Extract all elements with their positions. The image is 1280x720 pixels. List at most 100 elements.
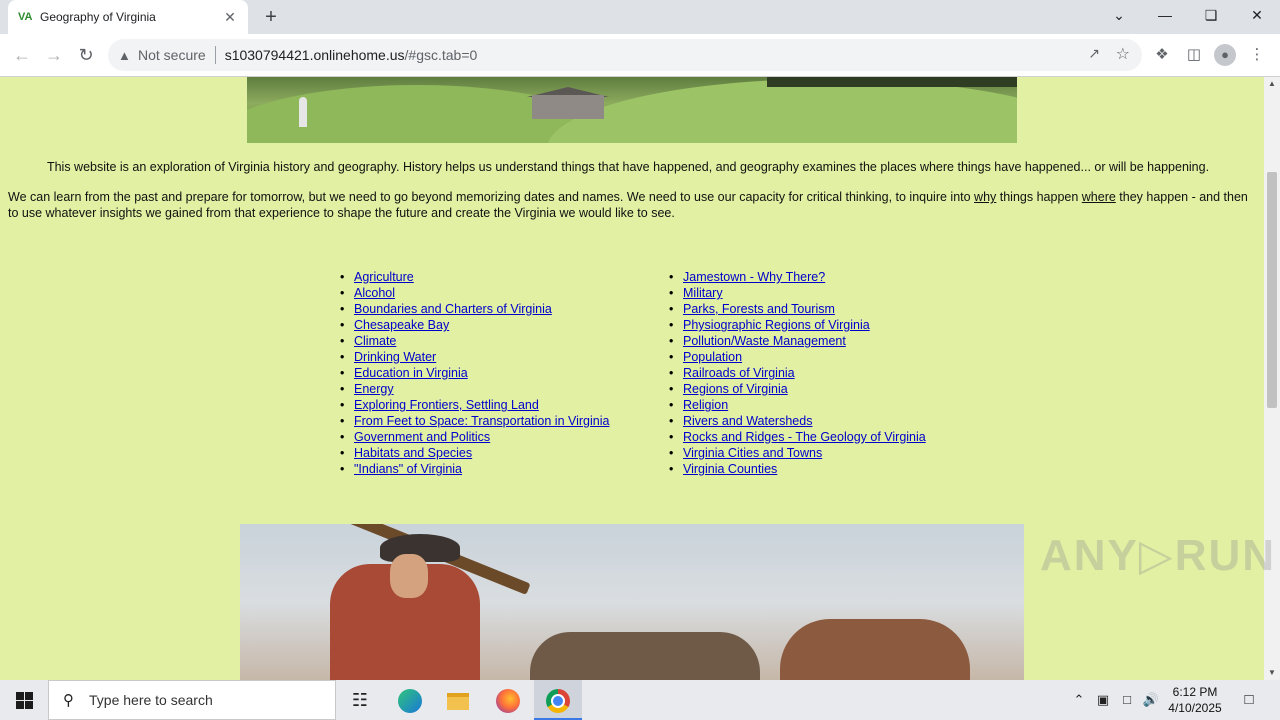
forward-icon[interactable]: → (40, 41, 68, 69)
topic-link[interactable]: Energy (354, 382, 394, 396)
scrollbar-thumb[interactable] (1267, 172, 1277, 408)
browser-tab-active[interactable]: VA Geography of Virginia ✕ (8, 0, 248, 34)
side-panel-icon[interactable]: ◫ (1181, 42, 1207, 68)
windows-logo-icon (15, 691, 33, 709)
topic-list-item: Climate (340, 333, 609, 349)
back-icon[interactable]: ← (8, 41, 36, 69)
anyrun-watermark: ANY▷RUN (1040, 531, 1277, 580)
start-button[interactable] (0, 680, 48, 720)
topic-link[interactable]: Physiographic Regions of Virginia (683, 318, 870, 332)
topic-link[interactable]: Drinking Water (354, 350, 436, 364)
url-host[interactable]: s1030794421.onlinehome.us (225, 47, 405, 63)
firefox-icon[interactable] (484, 680, 532, 720)
topic-link[interactable]: Population (683, 350, 742, 364)
topic-link[interactable]: Parks, Forests and Tourism (683, 302, 835, 316)
intro-paragraph: This website is an exploration of Virgin… (46, 160, 1210, 174)
network-icon[interactable]: □ (1116, 680, 1138, 720)
tab-close-icon[interactable]: ✕ (222, 9, 238, 26)
topic-list-item: Exploring Frontiers, Settling Land (340, 397, 609, 413)
taskbar-search[interactable]: ⚲ Type here to search (48, 680, 336, 720)
topic-link[interactable]: Government and Politics (354, 430, 490, 444)
topic-link[interactable]: Chesapeake Bay (354, 318, 449, 332)
browser-toolbar: ← → ↻ ▲ Not secure s1030794421.onlinehom… (0, 34, 1280, 77)
intro2-why: why (974, 190, 997, 204)
topic-link[interactable]: Education in Virginia (354, 366, 468, 380)
security-label[interactable]: Not secure (138, 47, 206, 63)
topic-link[interactable]: Military (683, 286, 723, 300)
page-viewport: This website is an exploration of Virgin… (0, 77, 1280, 680)
hero-silo (299, 97, 307, 127)
page-scrollbar[interactable]: ▲ ▼ (1264, 77, 1280, 680)
chevron-up-icon[interactable]: ⌃ (1068, 680, 1090, 720)
topic-link[interactable]: Alcohol (354, 286, 395, 300)
painting-crowd (530, 632, 760, 680)
topic-link[interactable]: Rivers and Watersheds (683, 414, 812, 428)
tab-title: Geography of Virginia (40, 10, 156, 24)
topic-link[interactable]: "Indians" of Virginia (354, 462, 462, 476)
topic-list-item: Chesapeake Bay (340, 317, 609, 333)
topic-list-item: From Feet to Space: Transportation in Vi… (340, 413, 609, 429)
topic-list-item: Jamestown - Why There? (669, 269, 926, 285)
address-bar[interactable]: ▲ Not secure s1030794421.onlinehome.us/#… (108, 39, 1142, 71)
topic-list-item: Agriculture (340, 269, 609, 285)
topic-list-item: Rivers and Watersheds (669, 413, 926, 429)
windows-taskbar: ⚲ Type here to search ☷ ⌃ ▣ □ 🔊 6:12 PM … (0, 680, 1280, 720)
topic-link[interactable]: From Feet to Space: Transportation in Vi… (354, 414, 609, 428)
taskbar-clock[interactable]: 6:12 PM 4/10/2025 (1164, 684, 1226, 716)
puzzle-icon[interactable]: ❖ (1149, 42, 1175, 68)
topic-link[interactable]: Exploring Frontiers, Settling Land (354, 398, 539, 412)
topic-link[interactable]: Climate (354, 334, 396, 348)
topic-list-item: Government and Politics (340, 429, 609, 445)
chrome-icon[interactable] (534, 680, 582, 720)
topic-list-item: Education in Virginia (340, 365, 609, 381)
tab-search-icon[interactable]: ⌄ (1096, 0, 1142, 30)
topic-list-item: Pollution/Waste Management (669, 333, 926, 349)
minimize-icon[interactable]: — (1142, 0, 1188, 30)
topic-links-right: Jamestown - Why There? Military Parks, For… (669, 269, 926, 477)
topic-link[interactable]: Habitats and Species (354, 446, 472, 460)
clock-date: 4/10/2025 (1168, 701, 1222, 715)
topic-link[interactable]: Rocks and Ridges - The Geology of Virgin… (683, 430, 926, 444)
warning-triangle-icon[interactable]: ▲ (118, 48, 138, 63)
close-window-icon[interactable]: ✕ (1234, 0, 1280, 30)
topic-link[interactable]: Virginia Cities and Towns (683, 446, 822, 460)
topic-list-item: Regions of Virginia (669, 381, 926, 397)
notification-icon[interactable]: □ (1234, 680, 1264, 720)
kebab-menu-icon[interactable]: ⋮ (1244, 42, 1270, 68)
topic-link[interactable]: Religion (683, 398, 728, 412)
painting-face (390, 554, 428, 598)
topic-link[interactable]: Agriculture (354, 270, 414, 284)
new-tab-button[interactable]: + (258, 4, 284, 30)
hero-barn (532, 95, 604, 119)
topic-list-item: Physiographic Regions of Virginia (669, 317, 926, 333)
url-path[interactable]: /#gsc.tab=0 (405, 47, 478, 63)
tray-app-icon[interactable]: ▣ (1092, 680, 1114, 720)
edge-icon[interactable] (386, 680, 434, 720)
topic-link[interactable]: Boundaries and Charters of Virginia (354, 302, 552, 316)
topic-link[interactable]: Jamestown - Why There? (683, 270, 825, 284)
file-explorer-icon[interactable] (434, 680, 482, 720)
topic-list-item: Parks, Forests and Tourism (669, 301, 926, 317)
volume-icon[interactable]: 🔊 (1140, 680, 1162, 720)
topic-list-item: Religion (669, 397, 926, 413)
profile-icon[interactable]: ● (1212, 42, 1238, 68)
topic-list-item: Energy (340, 381, 609, 397)
topic-list-item: Drinking Water (340, 349, 609, 365)
hero-trees (767, 77, 1017, 87)
topic-link[interactable]: Regions of Virginia (683, 382, 788, 396)
scroll-up-icon[interactable]: ▲ (1264, 77, 1280, 91)
star-icon[interactable]: ☆ (1116, 44, 1130, 64)
topic-list-item: Habitats and Species (340, 445, 609, 461)
tab-favicon: VA (18, 11, 33, 23)
share-icon[interactable]: ↗ (1088, 45, 1100, 62)
topic-link[interactable]: Railroads of Virginia (683, 366, 795, 380)
scroll-down-icon[interactable]: ▼ (1264, 666, 1280, 680)
reload-icon[interactable]: ↻ (72, 41, 100, 69)
topic-list-item: Virginia Cities and Towns (669, 445, 926, 461)
task-view-icon[interactable]: ☷ (336, 680, 384, 720)
restore-icon[interactable]: ❏ (1188, 0, 1234, 30)
taskbar-search-placeholder: Type here to search (89, 692, 213, 708)
topic-link[interactable]: Pollution/Waste Management (683, 334, 846, 348)
topic-link[interactable]: Virginia Counties (683, 462, 777, 476)
hero-landscape-image (247, 77, 1017, 143)
